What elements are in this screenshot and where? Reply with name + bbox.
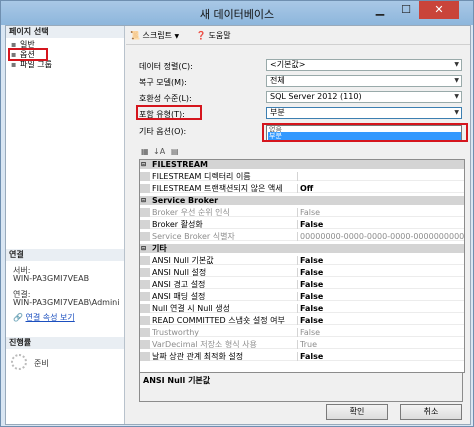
collapse-icon[interactable]: ⊟ <box>141 244 146 253</box>
property-value[interactable]: False <box>300 280 323 289</box>
property-category[interactable]: ⊟ 기타 <box>140 244 464 253</box>
property-row[interactable]: Broker 활성화 False <box>140 220 464 229</box>
progress-header: 진행률 <box>6 337 124 349</box>
description-title: ANSI Null 기본값 <box>143 376 211 385</box>
property-row[interactable]: FILESTREAM 트랜잭션되지 않은 액세 Off <box>140 184 464 193</box>
chevron-down-icon: ▼ <box>454 61 459 68</box>
property-row[interactable]: Broker 우선 순위 인식 False <box>140 208 464 217</box>
property-value[interactable]: False <box>300 292 323 301</box>
property-category[interactable]: ⊟ Service Broker <box>140 196 464 205</box>
property-name: ANSI Null 설정 <box>152 268 207 277</box>
property-name: FILESTREAM 디렉터리 이름 <box>152 172 251 181</box>
chevron-down-icon: ▼ <box>174 33 180 40</box>
other-options-label: 기타 옵션(O): <box>139 127 187 136</box>
annotation-box-options <box>8 48 48 61</box>
property-row[interactable]: Trustworthy False <box>140 328 464 337</box>
property-name: FILESTREAM 트랜잭션되지 않은 액세 <box>152 184 283 193</box>
property-value[interactable]: False <box>300 256 323 265</box>
containment-type-select[interactable]: 부분 ▼ <box>266 107 462 119</box>
property-value[interactable]: False <box>300 268 323 277</box>
property-name: Service Broker 식별자 <box>152 232 235 241</box>
property-row[interactable]: Service Broker 식별자 00000000-0000-0000-000… <box>140 232 464 241</box>
toolbar: 📜 스크립트 ▼ ❓ 도움말 <box>126 26 470 45</box>
property-row[interactable]: FILESTREAM 디렉터리 이름 <box>140 172 464 181</box>
property-category[interactable]: ⊟ FILESTREAM <box>140 160 464 169</box>
recovery-model-label: 복구 모델(M): <box>139 78 187 87</box>
property-grid-toolbar: ▦ ↓A ▤ <box>139 146 463 159</box>
script-button[interactable]: 📜 스크립트 ▼ <box>130 30 179 41</box>
property-row[interactable]: ANSI 경고 설정 False <box>140 280 464 289</box>
property-value[interactable]: 00000000-0000-0000-0000-000000000000 <box>300 232 464 241</box>
recovery-model-select[interactable]: 전체 ▼ <box>266 75 462 87</box>
help-button[interactable]: ❓ 도움말 <box>196 30 231 41</box>
connection-properties-link[interactable]: 🔗 연결 속성 보기 <box>13 312 75 323</box>
cancel-button[interactable]: 취소 <box>400 404 462 420</box>
property-row[interactable]: ANSI Null 기본값 False <box>140 256 464 265</box>
property-name: Trustworthy <box>152 328 200 337</box>
script-icon: 📜 <box>130 31 140 40</box>
options-panel: 📜 스크립트 ▼ ❓ 도움말 데이터 정렬(C): <기본값> ▼ 복구 모델(M… <box>126 26 470 424</box>
pages-header: 페이지 선택 <box>6 26 124 38</box>
link-icon: 🔗 <box>13 313 23 322</box>
collation-select[interactable]: <기본값> ▼ <box>266 59 462 71</box>
server-value: WIN-PA3GMI7VEAB <box>13 274 90 283</box>
property-name: ANSI 경고 설정 <box>152 280 206 289</box>
page-icon: ▪ <box>11 60 17 69</box>
maximize-icon[interactable]: ☐ <box>393 1 419 19</box>
property-row[interactable]: VarDecimal 저장소 형식 사용 True <box>140 340 464 349</box>
compatibility-level-select[interactable]: SQL Server 2012 (110) ▼ <box>266 91 462 103</box>
page-item-filegroups[interactable]: ▪ 파일 그룹 <box>11 60 52 70</box>
property-name: Broker 활성화 <box>152 220 203 229</box>
property-name: ANSI Null 기본값 <box>152 256 214 265</box>
minimize-icon[interactable]: ▁ <box>367 1 393 19</box>
property-name: ANSI 패딩 설정 <box>152 292 206 301</box>
chevron-down-icon: ▼ <box>454 93 459 100</box>
collapse-icon[interactable]: ⊟ <box>141 160 146 169</box>
property-name: Broker 우선 순위 인식 <box>152 208 230 217</box>
compatibility-level-label: 호환성 수준(L): <box>139 94 192 103</box>
categorized-icon[interactable]: ▦ <box>141 147 149 156</box>
property-name: VarDecimal 저장소 형식 사용 <box>152 340 257 349</box>
property-value[interactable]: False <box>300 352 323 361</box>
property-value[interactable]: False <box>300 220 323 229</box>
property-value[interactable]: False <box>300 316 323 325</box>
property-pages-icon[interactable]: ▤ <box>171 147 179 156</box>
progress-spinner-icon <box>11 354 27 370</box>
left-panel: 페이지 선택 ▪ 일반 ▪ 옵션 ▪ 파일 그룹 연결 서버: WIN-PA3GMI7… <box>6 26 125 424</box>
property-row[interactable]: 날짜 상관 관계 최적화 설정 False <box>140 352 464 361</box>
property-value[interactable]: False <box>300 304 323 313</box>
property-name: 날짜 상관 관계 최적화 설정 <box>152 352 244 361</box>
property-value[interactable]: True <box>300 340 317 349</box>
property-grid[interactable]: ⊟ FILESTREAM FILESTREAM 디렉터리 이름 FILESTREAM … <box>139 159 465 373</box>
sort-alpha-icon[interactable]: ↓A <box>153 147 165 156</box>
property-value[interactable]: False <box>300 328 320 337</box>
collation-label: 데이터 정렬(C): <box>139 62 193 71</box>
collapse-icon[interactable]: ⊟ <box>141 196 146 205</box>
connection-value: WIN-PA3GMI7VEAB\Admini <box>13 298 120 307</box>
property-row[interactable]: ANSI Null 설정 False <box>140 268 464 277</box>
property-row[interactable]: READ COMMITTED 스냅숏 설정 여부 False <box>140 316 464 325</box>
property-row[interactable]: ANSI 패딩 설정 False <box>140 292 464 301</box>
property-value[interactable]: Off <box>300 184 313 193</box>
chevron-down-icon: ▼ <box>454 77 459 84</box>
close-icon[interactable]: ✕ <box>419 1 459 19</box>
progress-status: 준비 <box>34 359 49 368</box>
dialog-client: 페이지 선택 ▪ 일반 ▪ 옵션 ▪ 파일 그룹 연결 서버: WIN-PA3GMI7… <box>5 25 471 425</box>
property-value[interactable]: False <box>300 208 320 217</box>
ok-button[interactable]: 확인 <box>326 404 388 420</box>
annotation-box-dropdown <box>262 123 468 142</box>
annotation-box-label <box>136 105 202 120</box>
title-bar: 새 데이터베이스 ▁ ☐ ✕ <box>1 1 473 25</box>
property-name: READ COMMITTED 스냅숏 설정 여부 <box>152 316 285 325</box>
help-icon: ❓ <box>196 31 206 40</box>
connection-header: 연결 <box>6 249 124 261</box>
property-row[interactable]: Null 연결 시 Null 생성 False <box>140 304 464 313</box>
description-panel: ANSI Null 기본값 <box>139 372 463 402</box>
property-name: Null 연결 시 Null 생성 <box>152 304 230 313</box>
chevron-down-icon: ▼ <box>454 109 459 116</box>
dialog-window: 새 데이터베이스 ▁ ☐ ✕ 페이지 선택 ▪ 일반 ▪ 옵션 ▪ 파일 그룹 연결 … <box>0 0 474 427</box>
